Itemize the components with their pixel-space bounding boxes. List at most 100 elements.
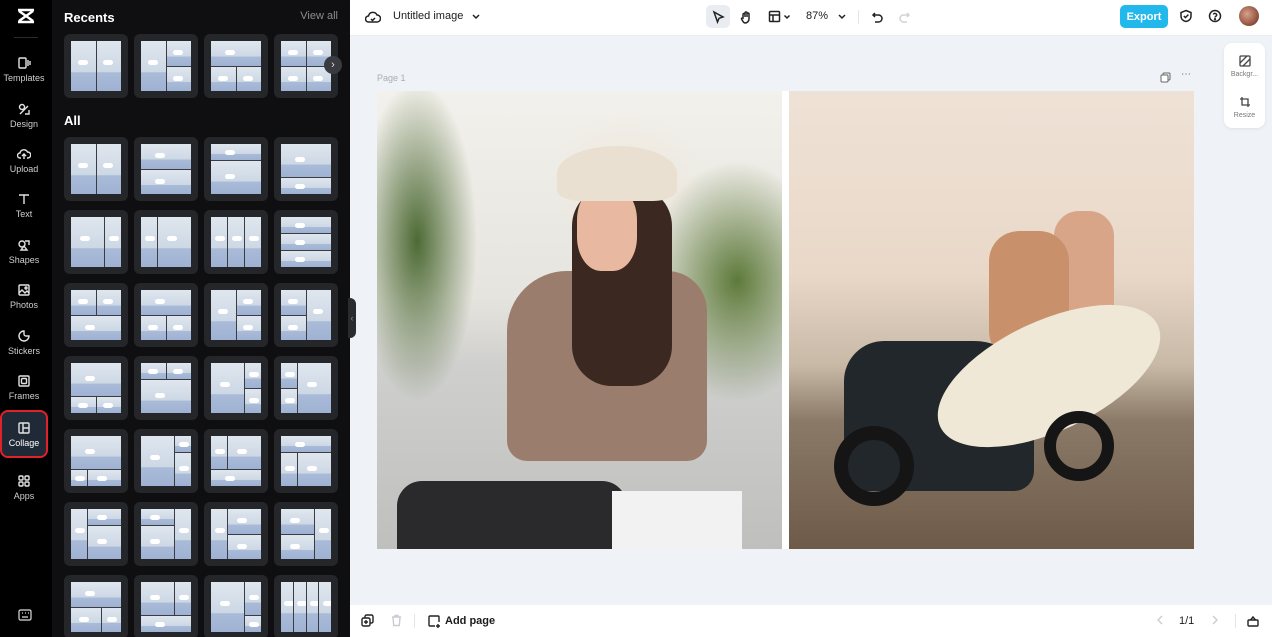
layout-cell: [281, 436, 331, 452]
collage-layout-wide-left-narrow-right[interactable]: [64, 210, 128, 274]
collage-layout-left-col-right-2-stack[interactable]: [204, 502, 268, 566]
shield-icon[interactable]: [1177, 7, 1195, 25]
layout-preview: [71, 436, 121, 486]
collage-layout-2-left-1-right-tall[interactable]: [274, 356, 338, 420]
layout-preview: [211, 290, 261, 340]
layout-cell: [245, 363, 261, 388]
collage-layout-1-left-2-right-tall[interactable]: [204, 356, 268, 420]
layout-cell: [211, 363, 244, 413]
shapes-icon: [18, 239, 30, 251]
collage-layout-narrow-left-wide-right[interactable]: [134, 210, 198, 274]
collage-layout-large-top-small-bottom[interactable]: [274, 137, 338, 201]
sidebar-item-templates[interactable]: Templates: [2, 47, 46, 91]
layout-preview: [71, 217, 121, 267]
collage-layout-2-top-1-bottom-large[interactable]: [134, 356, 198, 420]
couple-on-scooter-photo[interactable]: [789, 91, 1194, 549]
woman-in-hat-photo[interactable]: [377, 91, 782, 549]
layout-cell: [315, 509, 331, 559]
collage-layout-left-col-right-2[interactable]: [64, 502, 128, 566]
sidebar-item-text[interactable]: Text: [2, 183, 46, 227]
collapse-panel-handle[interactable]: ‹: [348, 298, 356, 338]
add-page-button[interactable]: Add page: [427, 614, 495, 628]
sidebar-item-label: Upload: [9, 163, 39, 174]
zoom-dropdown-chevron-icon[interactable]: [836, 10, 848, 24]
collage-layout-small-top-large-bottom[interactable]: [204, 137, 268, 201]
layout-cell: [88, 526, 121, 559]
help-icon[interactable]: [1206, 7, 1224, 25]
layout-preview: [71, 290, 121, 340]
layout-cell: [71, 41, 96, 91]
sidebar-item-shapes[interactable]: Shapes: [2, 229, 46, 273]
sidebar-item-apps[interactable]: Apps: [2, 465, 46, 509]
collage-layout-2-top-1-bottom[interactable]: [64, 283, 128, 347]
layout-preview: [141, 363, 191, 413]
keyboard-shortcuts-icon[interactable]: [16, 607, 34, 623]
collage-layout-1-top-2-bottom-b[interactable]: [64, 575, 128, 637]
sidebar-item-stickers[interactable]: Stickers: [2, 320, 46, 364]
export-button[interactable]: Export: [1120, 5, 1168, 28]
sidebar-item-photos[interactable]: Photos: [2, 274, 46, 318]
undo-button[interactable]: [866, 6, 888, 28]
document-title[interactable]: Untitled image: [393, 10, 463, 22]
redo-button[interactable]: [893, 6, 915, 28]
layout-cell: [71, 290, 96, 315]
collage-layout-2-top-left-1-bottom[interactable]: [204, 429, 268, 493]
user-avatar[interactable]: [1239, 6, 1259, 26]
duplicate-page-button[interactable]: [361, 614, 374, 627]
duplicate-page-icon[interactable]: [1160, 72, 1171, 86]
title-dropdown-chevron-icon[interactable]: [470, 10, 482, 24]
next-page-button[interactable]: [1210, 614, 1220, 626]
canvas-page[interactable]: [377, 91, 1194, 549]
photo-detail-hat: [557, 146, 677, 201]
view-all-link[interactable]: View all: [300, 10, 338, 22]
all-heading: All: [64, 113, 81, 128]
collage-layout-1-top-2-bottom-mixed[interactable]: [274, 429, 338, 493]
collage-layout-2-vertical[interactable]: [64, 137, 128, 201]
collage-layout-2-horizontal[interactable]: [134, 137, 198, 201]
previous-page-button[interactable]: [1155, 614, 1165, 626]
hand-tool-button[interactable]: [734, 5, 758, 28]
sidebar-item-upload[interactable]: Upload: [2, 138, 46, 182]
layout-cell: [71, 144, 96, 194]
zoom-level[interactable]: 87%: [806, 10, 828, 22]
page-manager-button[interactable]: [1246, 614, 1260, 628]
collage-layout-2-left-1-right[interactable]: [274, 283, 338, 347]
collage-layout-1-top-2-bottom-uneven[interactable]: [64, 429, 128, 493]
collage-layout-1-top-2-bottom[interactable]: [134, 283, 198, 347]
recent-layout-1-left-2-right[interactable]: [134, 34, 198, 98]
collage-layout-1-left-2-right-uneven[interactable]: [134, 429, 198, 493]
collage-layout-4-vertical[interactable]: [274, 575, 338, 637]
collage-layout-3-vertical[interactable]: [204, 210, 268, 274]
collage-layout-3-horizontal[interactable]: [274, 210, 338, 274]
background-button[interactable]: Backgr...: [1224, 46, 1265, 86]
recents-next-button[interactable]: ›: [324, 56, 342, 74]
collage-layout-2-left-1-right-b[interactable]: [134, 575, 198, 637]
sidebar-item-frames[interactable]: Frames: [2, 365, 46, 409]
layout-preview: [211, 436, 261, 486]
recent-layout-1-top-2-bottom[interactable]: [204, 34, 268, 98]
layout-cell: [175, 453, 191, 486]
layout-menu-button[interactable]: [764, 5, 794, 28]
layout-cell: [211, 66, 236, 91]
layout-cell: [71, 397, 96, 413]
collage-layout-1-top-2-bottom-small[interactable]: [64, 356, 128, 420]
collage-layout-1-left-2-right[interactable]: [204, 283, 268, 347]
sidebar-item-collage[interactable]: Collage: [0, 410, 48, 458]
sidebar-item-design[interactable]: Design: [2, 93, 46, 137]
collage-layout-left-2-right-col[interactable]: [134, 502, 198, 566]
cloud-saved-icon[interactable]: [364, 9, 382, 25]
select-tool-button[interactable]: [706, 5, 730, 28]
redo-icon: [898, 11, 910, 23]
collage-layout-1-left-2-right-c[interactable]: [204, 575, 268, 637]
collage-panel: Recents View all › All: [52, 0, 350, 637]
layout-cell: [281, 388, 297, 413]
resize-button[interactable]: Resize: [1224, 87, 1265, 127]
layout-cell: [211, 470, 261, 486]
delete-page-button[interactable]: [390, 614, 403, 627]
layout-cell: [281, 234, 331, 250]
page-more-options-icon[interactable]: ⋯: [1181, 69, 1192, 80]
collage-layout-left-2-stack-right-col[interactable]: [274, 502, 338, 566]
capcut-logo[interactable]: [0, 4, 52, 28]
layout-icon: [768, 10, 780, 23]
recent-layout-2-vertical[interactable]: [64, 34, 128, 98]
